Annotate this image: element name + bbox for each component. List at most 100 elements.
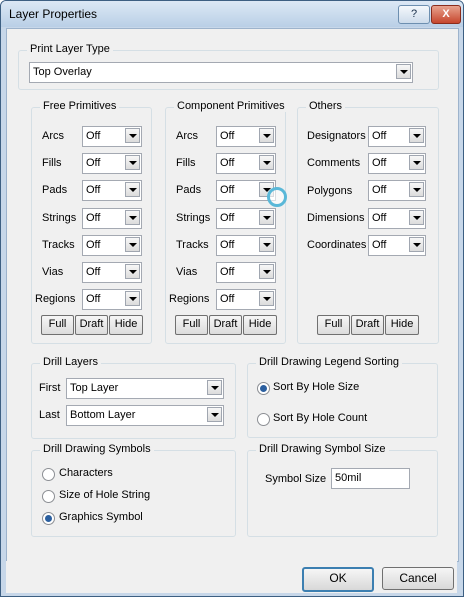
fp-tracks-value: Off <box>86 239 101 251</box>
chevron-down-icon[interactable] <box>125 182 140 197</box>
fp-fills-select[interactable]: Off <box>82 153 142 174</box>
cp-fills-select[interactable]: Off <box>216 153 276 174</box>
chevron-down-icon[interactable] <box>409 155 424 170</box>
chevron-down-icon[interactable] <box>125 237 140 252</box>
fp-strings-select[interactable]: Off <box>82 208 142 229</box>
chevron-down-icon[interactable] <box>259 128 274 143</box>
cp-arcs-value: Off <box>220 130 235 142</box>
chevron-down-icon[interactable] <box>259 210 274 225</box>
print-layer-type-select[interactable]: Top Overlay <box>29 62 413 83</box>
sort-by-hole-size-radio[interactable] <box>257 382 270 395</box>
cp-regions-value: Off <box>220 293 235 305</box>
size-of-hole-string-label[interactable]: Size of Hole String <box>59 489 150 501</box>
cp-pads-label: Pads <box>176 184 202 196</box>
fp-arcs-select[interactable]: Off <box>82 126 142 147</box>
legend-sorting-group: Drill Drawing Legend Sorting Sort By Hol… <box>247 356 438 438</box>
cp-tracks-value: Off <box>220 239 235 251</box>
chevron-down-icon[interactable] <box>125 155 140 170</box>
cp-regions-select[interactable]: Off <box>216 289 276 310</box>
dialog-body: Print Layer Type Top Overlay Free Primit… <box>6 28 459 562</box>
chevron-down-icon[interactable] <box>409 237 424 252</box>
last-layer-value: Bottom Layer <box>70 409 136 421</box>
chevron-down-icon[interactable] <box>259 264 274 279</box>
chevron-down-icon[interactable] <box>259 155 274 170</box>
others-dimensions-select[interactable]: Off <box>368 208 426 229</box>
fp-strings-value: Off <box>86 212 101 224</box>
others-hide-button[interactable]: Hide <box>385 315 419 335</box>
chevron-down-icon[interactable] <box>259 237 274 252</box>
cp-tracks-select[interactable]: Off <box>216 235 276 256</box>
last-layer-label: Last <box>39 409 60 421</box>
fp-vias-select[interactable]: Off <box>82 262 142 283</box>
chevron-down-icon[interactable] <box>259 291 274 306</box>
graphics-symbol-label[interactable]: Graphics Symbol <box>59 511 143 523</box>
cp-fills-label: Fills <box>176 157 196 169</box>
fp-tracks-label: Tracks <box>42 239 75 251</box>
size-of-hole-string-radio[interactable] <box>42 490 55 503</box>
cp-hide-button[interactable]: Hide <box>243 315 277 335</box>
fp-vias-value: Off <box>86 266 101 278</box>
first-layer-select[interactable]: Top Layer <box>66 378 224 399</box>
chevron-down-icon[interactable] <box>125 264 140 279</box>
chevron-down-icon[interactable] <box>125 291 140 306</box>
cp-arcs-label: Arcs <box>176 130 198 142</box>
fp-draft-button[interactable]: Draft <box>75 315 108 335</box>
others-dimensions-value: Off <box>372 212 387 224</box>
ok-button[interactable]: OK <box>302 567 374 592</box>
cp-strings-value: Off <box>220 212 235 224</box>
fp-full-button[interactable]: Full <box>41 315 74 335</box>
others-coordinates-select[interactable]: Off <box>368 235 426 256</box>
cp-draft-button[interactable]: Draft <box>209 315 242 335</box>
cp-strings-label: Strings <box>176 212 211 224</box>
others-dimensions-label: Dimensions <box>307 212 365 224</box>
fp-tracks-select[interactable]: Off <box>82 235 142 256</box>
sort-by-hole-size-label[interactable]: Sort By Hole Size <box>273 381 359 393</box>
fp-pads-select[interactable]: Off <box>82 180 142 201</box>
fp-regions-value: Off <box>86 293 101 305</box>
cancel-button[interactable]: Cancel <box>382 567 454 590</box>
fp-regions-label: Regions <box>35 293 76 305</box>
others-draft-button[interactable]: Draft <box>351 315 384 335</box>
cp-vias-label: Vias <box>176 266 198 278</box>
fp-pads-label: Pads <box>42 184 68 196</box>
chevron-down-icon[interactable] <box>125 128 140 143</box>
fp-regions-select[interactable]: Off <box>82 289 142 310</box>
symbol-size-input[interactable]: 50mil <box>331 468 410 489</box>
others-full-button[interactable]: Full <box>317 315 350 335</box>
characters-label[interactable]: Characters <box>59 467 113 479</box>
sort-by-hole-count-radio[interactable] <box>257 413 270 426</box>
symbol-size-label: Symbol Size <box>265 473 327 485</box>
close-button[interactable]: X <box>431 5 461 24</box>
chevron-down-icon[interactable] <box>207 380 222 395</box>
fp-arcs-label: Arcs <box>42 130 64 142</box>
cp-tracks-label: Tracks <box>176 239 209 251</box>
busy-cursor-icon <box>267 187 287 207</box>
others-designators-value: Off <box>372 130 387 142</box>
chevron-down-icon[interactable] <box>396 64 411 79</box>
others-comments-label: Comments <box>307 157 361 169</box>
fp-hide-button[interactable]: Hide <box>109 315 143 335</box>
chevron-down-icon[interactable] <box>207 407 222 422</box>
others-comments-value: Off <box>372 157 387 169</box>
last-layer-select[interactable]: Bottom Layer <box>66 405 224 426</box>
cp-vias-select[interactable]: Off <box>216 262 276 283</box>
others-comments-select[interactable]: Off <box>368 153 426 174</box>
drill-layers-label: Drill Layers <box>40 356 102 368</box>
drill-symbols-label: Drill Drawing Symbols <box>40 443 154 455</box>
cp-strings-select[interactable]: Off <box>216 208 276 229</box>
help-button[interactable]: ? <box>398 5 430 24</box>
print-layer-type-group: Print Layer Type Top Overlay <box>18 43 439 90</box>
chevron-down-icon[interactable] <box>409 128 424 143</box>
characters-radio[interactable] <box>42 468 55 481</box>
graphics-symbol-radio[interactable] <box>42 512 55 525</box>
cp-full-button[interactable]: Full <box>175 315 208 335</box>
chevron-down-icon[interactable] <box>409 210 424 225</box>
title-bar[interactable]: Layer Properties ? X <box>1 1 463 27</box>
chevron-down-icon[interactable] <box>409 182 424 197</box>
chevron-down-icon[interactable] <box>125 210 140 225</box>
cp-arcs-select[interactable]: Off <box>216 126 276 147</box>
sort-by-hole-count-label[interactable]: Sort By Hole Count <box>273 412 367 424</box>
drill-symbols-group: Drill Drawing Symbols Characters Size of… <box>31 443 236 537</box>
others-polygons-select[interactable]: Off <box>368 180 426 201</box>
others-designators-select[interactable]: Off <box>368 126 426 147</box>
